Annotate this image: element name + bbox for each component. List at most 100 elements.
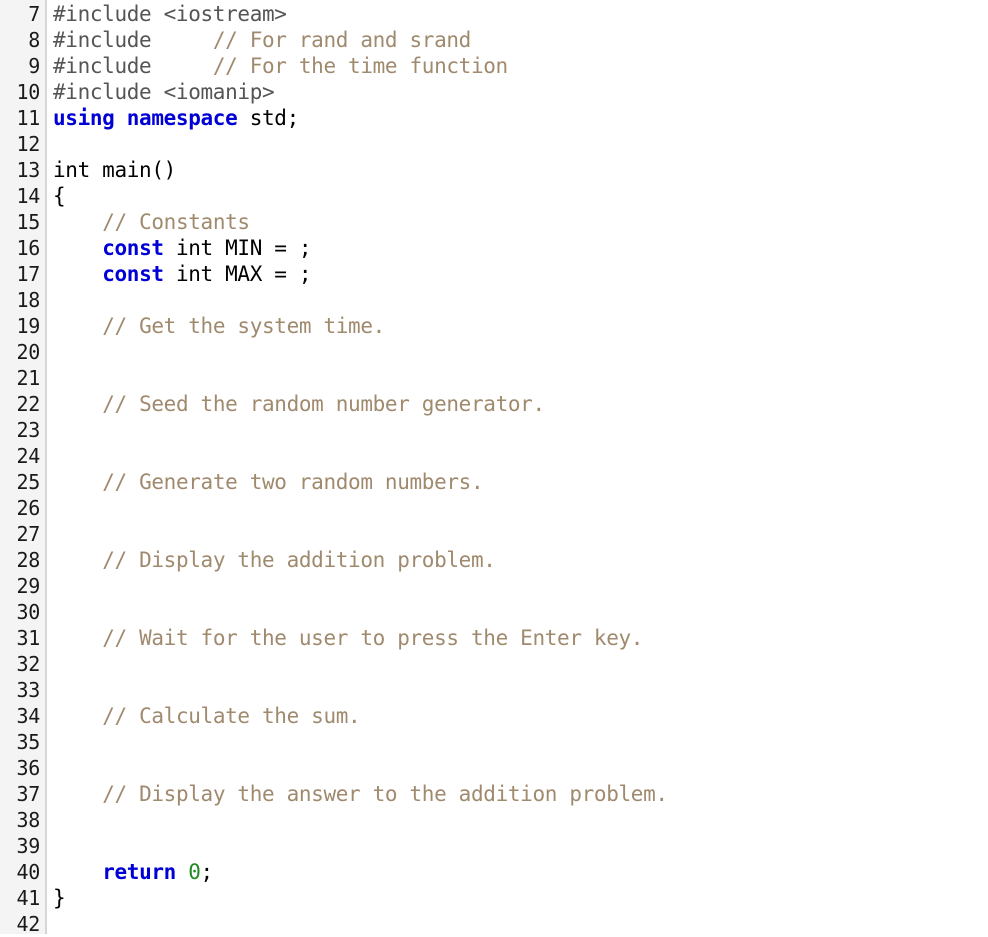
line-number: 35 — [16, 730, 41, 754]
code-line[interactable]: const int MIN = ; — [53, 235, 988, 261]
code-token-keyword: const — [102, 236, 164, 260]
line-number: 9 — [28, 54, 40, 78]
code-token-comment: // Get the system time. — [102, 314, 385, 338]
line-number: 29 — [16, 574, 41, 598]
code-line[interactable] — [53, 807, 988, 833]
line-number: 40 — [16, 860, 41, 884]
code-line[interactable] — [53, 443, 988, 469]
line-number: 37 — [16, 782, 41, 806]
code-token-plain: int MAX = ; — [163, 262, 312, 286]
line-number: 8 — [28, 28, 40, 52]
line-number: 32 — [16, 652, 41, 676]
line-number: 42 — [16, 912, 41, 936]
code-line[interactable]: // Display the addition problem. — [53, 547, 988, 573]
code-line[interactable] — [53, 599, 988, 625]
line-number: 25 — [16, 470, 41, 494]
code-token-plain: } — [53, 886, 66, 910]
line-number: 20 — [16, 340, 41, 364]
code-token-preproc: #include <iomanip> — [53, 80, 275, 104]
code-token-comment: // Seed the random number generator. — [102, 392, 545, 416]
code-line[interactable]: // Generate two random numbers. — [53, 469, 988, 495]
line-number: 36 — [16, 756, 41, 780]
code-line[interactable]: #include <iostream> — [53, 1, 988, 27]
code-line[interactable]: const int MAX = ; — [53, 261, 988, 287]
code-token-plain: ; — [200, 860, 214, 884]
line-number: 15 — [16, 210, 41, 234]
code-line[interactable]: #include // For rand and srand — [53, 27, 988, 53]
line-number: 16 — [16, 236, 41, 260]
line-number: 7 — [28, 2, 40, 26]
code-line[interactable]: } — [53, 885, 988, 911]
code-token-comment: // For the time function — [212, 54, 508, 78]
line-number: 39 — [16, 834, 41, 858]
code-line[interactable]: // Seed the random number generator. — [53, 391, 988, 417]
code-line[interactable] — [53, 521, 988, 547]
line-number: 28 — [16, 548, 41, 572]
code-token-comment: // For rand and srand — [212, 28, 472, 52]
code-line[interactable]: int main() — [53, 157, 988, 183]
code-token-comment: // Wait for the user to press the Enter … — [102, 626, 644, 650]
code-line[interactable] — [53, 131, 988, 157]
code-line[interactable] — [53, 729, 988, 755]
code-line[interactable] — [53, 339, 988, 365]
code-token-comment: // Display the addition problem. — [102, 548, 496, 572]
code-line[interactable]: // Wait for the user to press the Enter … — [53, 625, 988, 651]
code-token-number: 0 — [188, 860, 201, 884]
code-token-keyword: const — [102, 262, 164, 286]
code-token-keyword: using namespace — [53, 106, 238, 130]
code-line[interactable] — [53, 287, 988, 313]
line-number: 18 — [16, 288, 41, 312]
line-number: 24 — [16, 444, 41, 468]
line-number: 19 — [16, 314, 41, 338]
line-number: 11 — [16, 106, 41, 130]
code-line[interactable]: // Constants — [53, 209, 988, 235]
code-line[interactable]: // Calculate the sum. — [53, 703, 988, 729]
code-token-comment: // Constants — [102, 210, 250, 234]
code-line[interactable]: using namespace std; — [53, 105, 988, 131]
code-line[interactable] — [53, 833, 988, 859]
code-line[interactable]: // Display the answer to the addition pr… — [53, 781, 988, 807]
code-token-plain: { — [53, 184, 66, 208]
line-number: 14 — [16, 184, 41, 208]
code-line[interactable]: // Get the system time. — [53, 313, 988, 339]
code-line[interactable] — [53, 911, 988, 934]
code-line[interactable] — [53, 573, 988, 599]
line-number: 33 — [16, 678, 41, 702]
code-token-preproc: #include — [53, 54, 213, 78]
code-line[interactable] — [53, 677, 988, 703]
code-line[interactable] — [53, 651, 988, 677]
code-token-comment: // Display the answer to the addition pr… — [102, 782, 668, 806]
code-line[interactable] — [53, 495, 988, 521]
line-number: 21 — [16, 366, 41, 390]
line-number: 38 — [16, 808, 41, 832]
line-number: 34 — [16, 704, 41, 728]
code-token-plain: std; — [237, 106, 300, 130]
code-line[interactable]: #include // For the time function — [53, 53, 988, 79]
code-line[interactable] — [53, 417, 988, 443]
line-number-gutter: 7 8 9 10 11 12 13 14 15 16 17 18 19 20 21 22 23 24 25 26 27 2… — [0, 0, 47, 936]
line-number: 17 — [16, 262, 41, 286]
code-line[interactable]: { — [53, 183, 988, 209]
code-token-keyword: return — [102, 860, 176, 884]
code-content-area[interactable]: #include <iostream> #include // For rand … — [47, 0, 988, 934]
code-line[interactable]: return 0; — [53, 859, 988, 885]
line-number: 30 — [16, 600, 41, 624]
code-line[interactable] — [53, 755, 988, 781]
code-line[interactable]: #include <iomanip> — [53, 79, 988, 105]
code-token-preproc: #include <iostream> — [53, 2, 287, 26]
line-number: 22 — [16, 392, 41, 416]
line-number: 23 — [16, 418, 41, 442]
line-number: 12 — [16, 132, 41, 156]
code-line[interactable] — [53, 365, 988, 391]
code-token-plain: int MIN = ; — [163, 236, 312, 260]
